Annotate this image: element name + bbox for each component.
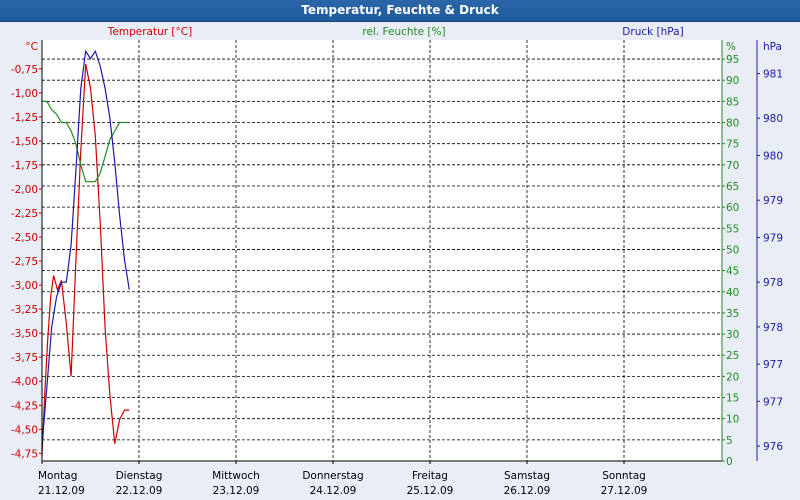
right-tick-label: 977: [763, 359, 783, 371]
left-tick-label: -4,00: [11, 376, 38, 388]
right-axis-unit: hPa: [763, 41, 782, 53]
left-tick-label: -4,75: [11, 448, 38, 460]
mid-tick-label: 45: [726, 266, 739, 278]
left-tick-label: -2,00: [11, 184, 38, 196]
mid-tick-label: 50: [726, 244, 739, 256]
right-tick-label: 979: [763, 195, 783, 207]
right-tick-label: 980: [763, 150, 783, 162]
right-tick-label: 979: [763, 232, 783, 244]
mid-tick-label: 20: [726, 371, 739, 383]
mid-tick-label: 85: [726, 96, 739, 108]
left-tick-label: -1,75: [11, 160, 38, 172]
right-tick-label: 976: [763, 441, 783, 453]
mid-tick-label: 15: [726, 393, 739, 405]
right-tick-label: 978: [763, 322, 783, 334]
left-tick-label: -3,00: [11, 280, 38, 292]
right-axis-title: Druck [hPa]: [622, 26, 683, 38]
left-tick-label: -3,50: [11, 328, 38, 340]
left-tick-label: -2,25: [11, 208, 38, 220]
mid-tick-label: 0: [726, 456, 733, 468]
mid-axis-unit: %: [726, 41, 736, 53]
left-tick-label: -3,25: [11, 304, 38, 316]
x-tick-date: 24.12.09: [310, 485, 357, 497]
x-tick-day: Freitag: [412, 470, 448, 482]
mid-tick-label: 35: [726, 308, 739, 320]
right-tick-label: 981: [763, 69, 783, 81]
left-tick-label: -1,50: [11, 136, 38, 148]
x-tick-day: Donnerstag: [302, 470, 363, 482]
x-tick-day: Dienstag: [116, 470, 163, 482]
mid-tick-label: 95: [726, 54, 739, 66]
x-tick-date: 27.12.09: [601, 485, 648, 497]
x-tick-day: Sonntag: [602, 470, 646, 482]
right-tick-label: 977: [763, 396, 783, 408]
x-tick-day: Samstag: [504, 470, 550, 482]
mid-axis-title: rel. Feuchte [%]: [362, 26, 445, 38]
left-tick-label: -0,75: [11, 64, 38, 76]
x-tick-day: Montag: [38, 470, 77, 482]
left-axis-title: Temperatur [°C]: [107, 26, 192, 38]
mid-tick-label: 5: [726, 435, 733, 447]
mid-tick-label: 25: [726, 350, 739, 362]
x-tick-day: Mittwoch: [212, 470, 260, 482]
left-tick-label: -3,75: [11, 352, 38, 364]
left-tick-label: -1,25: [11, 112, 38, 124]
mid-tick-label: 10: [726, 414, 739, 426]
right-tick-label: 980: [763, 113, 783, 125]
left-tick-label: -1,00: [11, 88, 38, 100]
mid-tick-label: 60: [726, 202, 739, 214]
left-tick-label: -4,25: [11, 400, 38, 412]
left-tick-label: -4,50: [11, 424, 38, 436]
x-tick-date: 21.12.09: [38, 485, 85, 497]
left-tick-label: -2,50: [11, 232, 38, 244]
left-axis-unit: °C: [25, 41, 38, 53]
mid-tick-label: 80: [726, 118, 739, 130]
mid-tick-label: 70: [726, 160, 739, 172]
mid-tick-label: 90: [726, 75, 739, 87]
mid-tick-label: 65: [726, 181, 739, 193]
x-tick-date: 26.12.09: [504, 485, 551, 497]
right-tick-label: 978: [763, 277, 783, 289]
mid-tick-label: 75: [726, 139, 739, 151]
mid-tick-label: 30: [726, 329, 739, 341]
mid-tick-label: 40: [726, 287, 739, 299]
mid-tick-label: 55: [726, 223, 739, 235]
x-tick-date: 22.12.09: [116, 485, 163, 497]
left-tick-label: -2,75: [11, 256, 38, 268]
x-tick-date: 23.12.09: [213, 485, 260, 497]
x-tick-date: 25.12.09: [407, 485, 454, 497]
weather-chart: -0,75 -1,00 -1,25 -1,50 -1,75 -2,00 -2,25 -2,50…: [11, 26, 784, 497]
